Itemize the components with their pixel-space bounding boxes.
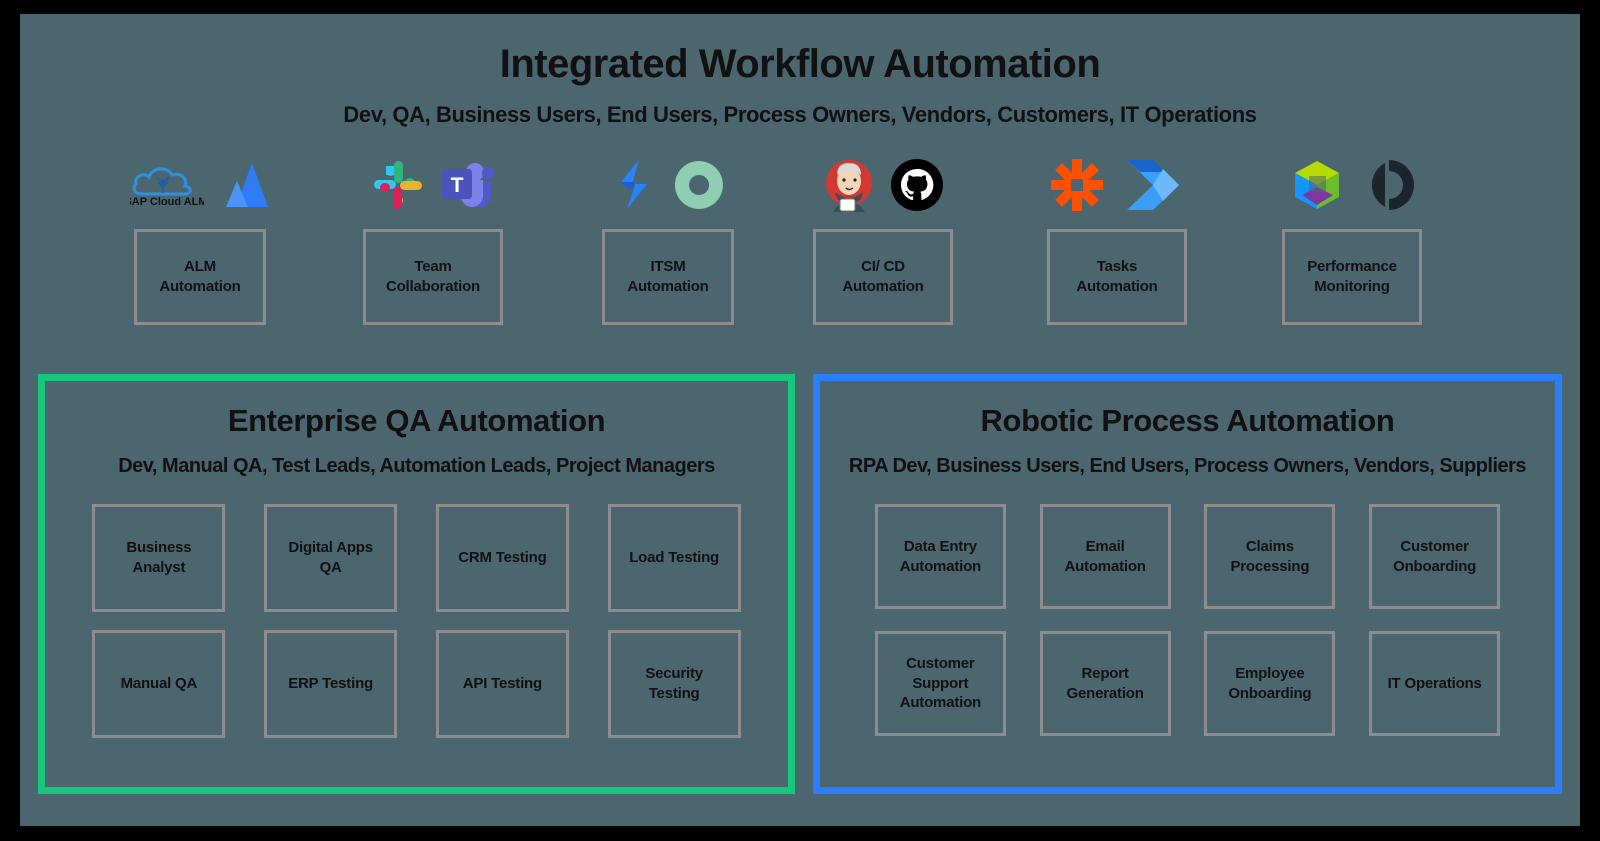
qa-cell-security-testing[interactable]: Security Testing [607, 630, 741, 738]
qa-capability-grid: Business Analyst Digital Apps QA CRM Testi… [45, 504, 788, 738]
tool-icons-team-collaboration: T [333, 149, 533, 221]
slack-icon [374, 161, 422, 209]
tool-icons-cicd [783, 149, 983, 221]
github-icon [891, 159, 943, 211]
tool-box-tasks-automation[interactable]: Tasks Automation [1047, 229, 1187, 325]
tool-group-alm-automation[interactable]: SAP Cloud ALM ALMAutomation [100, 149, 300, 325]
tool-icons-alm: SAP Cloud ALM [100, 149, 300, 221]
panel-robotic-process-automation[interactable]: Robotic Process Automation RPA Dev, Busi… [813, 374, 1562, 794]
dynatrace-icon [1295, 161, 1339, 209]
rpa-cell-data-entry-automation[interactable]: Data Entry Automation [874, 504, 1006, 609]
tool-group-team-collaboration[interactable]: T Team Collaboration [333, 149, 533, 325]
svg-text:T: T [451, 174, 464, 197]
qa-panel-title: Enterprise QA Automation [227, 403, 606, 438]
rpa-cell-report-generation[interactable]: Report Generation [1039, 631, 1171, 736]
jira-service-management-icon [621, 160, 647, 209]
power-automate-icon [1127, 160, 1179, 210]
qa-cell-load-testing[interactable]: Load Testing [607, 504, 741, 612]
rpa-cell-it-operations[interactable]: IT Operations [1369, 631, 1501, 736]
tool-group-itsm-automation[interactable]: ITSM Automation [568, 149, 768, 325]
rpa-cell-customer-onboarding[interactable]: Customer Onboarding [1369, 504, 1501, 609]
integration-tools-row: SAP Cloud ALM ALMAutomation [20, 149, 1580, 329]
microsoft-teams-icon: T [442, 163, 494, 207]
rpa-panel-title: Robotic Process Automation [980, 403, 1395, 438]
rpa-cell-email-automation[interactable]: Email Automation [1039, 504, 1171, 609]
tool-icons-itsm [568, 149, 768, 221]
rpa-cell-employee-onboarding[interactable]: Employee Onboarding [1204, 631, 1336, 736]
qa-cell-digital-apps-qa[interactable]: Digital Apps QA [264, 504, 398, 612]
qa-cell-api-testing[interactable]: API Testing [435, 630, 569, 738]
tool-box-performance-monitoring[interactable]: Performance Monitoring [1282, 229, 1422, 325]
tool-group-cicd-automation[interactable]: CI/ CD Automation [783, 149, 983, 325]
tool-box-team-collaboration[interactable]: Team Collaboration [363, 229, 503, 325]
qa-cell-business-analyst[interactable]: Business Analyst [92, 504, 226, 612]
tool-icons-performance [1252, 149, 1452, 221]
jira-icon [226, 163, 268, 207]
qa-cell-manual-qa[interactable]: Manual QA [92, 630, 226, 738]
tool-icons-tasks [1017, 149, 1217, 221]
tool-box-itsm-automation[interactable]: ITSM Automation [602, 229, 734, 325]
qa-cell-erp-testing[interactable]: ERP Testing [264, 630, 398, 738]
diagram-canvas: Integrated Workflow Automation Dev, QA, … [20, 14, 1580, 826]
page-subtitle: Dev, QA, Business Users, End Users, Proc… [343, 102, 1257, 127]
rpa-cell-customer-support-automation[interactable]: Customer Support Automation [874, 631, 1006, 736]
tool-box-cicd-automation[interactable]: CI/ CD Automation [813, 229, 953, 325]
tool-group-performance-monitoring[interactable]: Performance Monitoring [1252, 149, 1452, 325]
tool-box-alm-automation[interactable]: ALM Automation [134, 229, 266, 325]
svg-text:SAP Cloud ALM: SAP Cloud ALM [130, 196, 204, 208]
panel-enterprise-qa-automation[interactable]: Enterprise QA Automation Dev, Manual QA,… [38, 374, 795, 794]
sap-cloud-alm-icon: SAP Cloud ALM [130, 167, 204, 208]
qa-cell-crm-testing[interactable]: CRM Testing [435, 504, 569, 612]
zapier-icon [1051, 159, 1103, 211]
rpa-capability-grid: Data Entry Automation Email Automation Cla… [820, 504, 1555, 736]
rpa-panel-subtitle: RPA Dev, Business Users, End Users, Proc… [848, 455, 1527, 477]
rpa-cell-claims-processing[interactable]: Claims Processing [1204, 504, 1336, 609]
page-title: Integrated Workflow Automation [499, 42, 1101, 86]
qa-panel-subtitle: Dev, Manual QA, Test Leads, Automation L… [118, 455, 715, 477]
jenkins-icon [826, 160, 872, 212]
tool-group-tasks-automation[interactable]: Tasks Automation [1017, 149, 1217, 325]
servicenow-icon [674, 161, 723, 209]
new-relic-icon [1371, 160, 1414, 210]
